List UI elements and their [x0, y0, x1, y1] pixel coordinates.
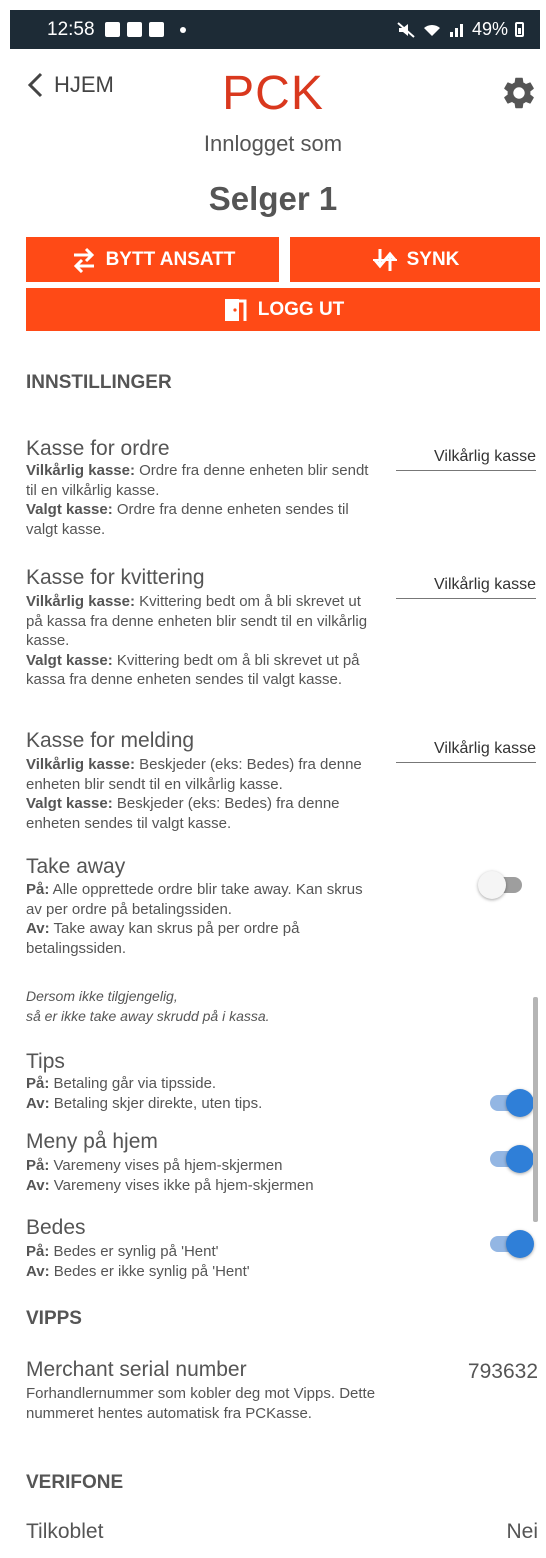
setting-message-register-title: Kasse for melding: [26, 729, 195, 752]
setting-message-register-desc: Vilkårlig kasse: Beskjeder (eks: Bedes) …: [26, 756, 362, 832]
setting-receipt-register-title: Kasse for kvittering: [26, 566, 205, 589]
receipt-register-select[interactable]: Vilkårlig kasse: [396, 576, 536, 599]
message-register-select[interactable]: Vilkårlig kasse: [396, 740, 536, 763]
setting-order-register-title: Kasse for ordre: [26, 437, 170, 460]
vipps-merchant-title: Merchant serial number: [26, 1358, 247, 1381]
verifone-connected-value: Nei: [506, 1520, 538, 1543]
mute-icon: [397, 21, 415, 38]
battery-icon: [515, 22, 524, 37]
app-header: HJEM PCK: [0, 60, 546, 130]
menu-home-toggle[interactable]: [486, 1143, 534, 1175]
setting-tips-desc: På: Betaling går via tipsside. Av: Betal…: [26, 1075, 263, 1112]
take-away-toggle[interactable]: [478, 869, 526, 901]
status-bar: 12:58 49%: [10, 10, 540, 49]
take-away-note: Dersom ikke tilgjengelig, så er ikke tak…: [26, 988, 270, 1024]
scrollbar[interactable]: [533, 997, 538, 1222]
gear-icon[interactable]: [500, 74, 538, 112]
gallery-icon: [104, 22, 120, 37]
section-verifone: VERIFONE: [26, 1472, 124, 1493]
swap-employee-button[interactable]: BYTT ANSATT: [26, 237, 279, 282]
tips-toggle[interactable]: [486, 1087, 534, 1119]
toggle-knob: [478, 871, 506, 899]
setting-tips-title: Tips: [26, 1050, 65, 1073]
brand-logo: PCK: [222, 67, 324, 120]
swap-arrows-icon: [73, 247, 94, 273]
status-right: 49%: [397, 19, 524, 40]
setting-menu-home-title: Meny på hjem: [26, 1130, 158, 1153]
signal-icon: [449, 23, 463, 37]
toggle-knob: [506, 1230, 534, 1258]
bedes-toggle[interactable]: [486, 1228, 534, 1260]
setting-take-away-desc: På: Alle opprettede ordre blir take away…: [26, 881, 363, 957]
door-exit-icon: [224, 298, 247, 321]
setting-take-away-title: Take away: [26, 855, 126, 878]
setting-bedes-title: Bedes: [26, 1216, 86, 1239]
section-vipps: VIPPS: [26, 1308, 82, 1329]
wifi-icon: [423, 24, 440, 36]
setting-order-register-desc: Vilkårlig kasse: Ordre fra denne enheten…: [26, 462, 369, 538]
setting-receipt-register-desc: Vilkårlig kasse: Kvittering bedt om å bl…: [26, 593, 368, 689]
setting-bedes-desc: På: Bedes er synlig på 'Hent' Av: Bedes …: [26, 1243, 250, 1280]
logout-label: LOGG UT: [257, 298, 345, 320]
logged-in-label: Innlogget som: [203, 131, 343, 156]
logout-button[interactable]: LOGG UT: [26, 288, 540, 331]
setting-menu-home-desc: På: Varemeny vises på hjem-skjermen Av: …: [26, 1157, 314, 1194]
verifone-connected-title: Tilkoblet: [26, 1520, 104, 1543]
section-settings: INNSTILLINGER: [26, 372, 172, 393]
battery-percent: 49%: [471, 19, 508, 39]
vipps-merchant-desc: Forhandlernummer som kobler deg mot Vipp…: [26, 1385, 376, 1422]
sync-button[interactable]: SYNK: [290, 237, 540, 282]
toggle-knob: [506, 1145, 534, 1173]
status-time: 12:58: [47, 18, 95, 40]
order-register-select[interactable]: Vilkårlig kasse: [396, 448, 536, 471]
swap-employee-label: BYTT ANSATT: [105, 248, 236, 270]
checkbox-icon: [148, 22, 164, 37]
sync-arrows-icon: [372, 248, 397, 271]
user-name: Selger 1: [208, 180, 338, 217]
toggle-knob: [506, 1089, 534, 1117]
vipps-merchant-value: 793632: [467, 1360, 538, 1383]
sync-label: SYNK: [406, 248, 460, 270]
calendar-icon: [126, 22, 142, 37]
notification-dot-icon: [179, 26, 186, 33]
